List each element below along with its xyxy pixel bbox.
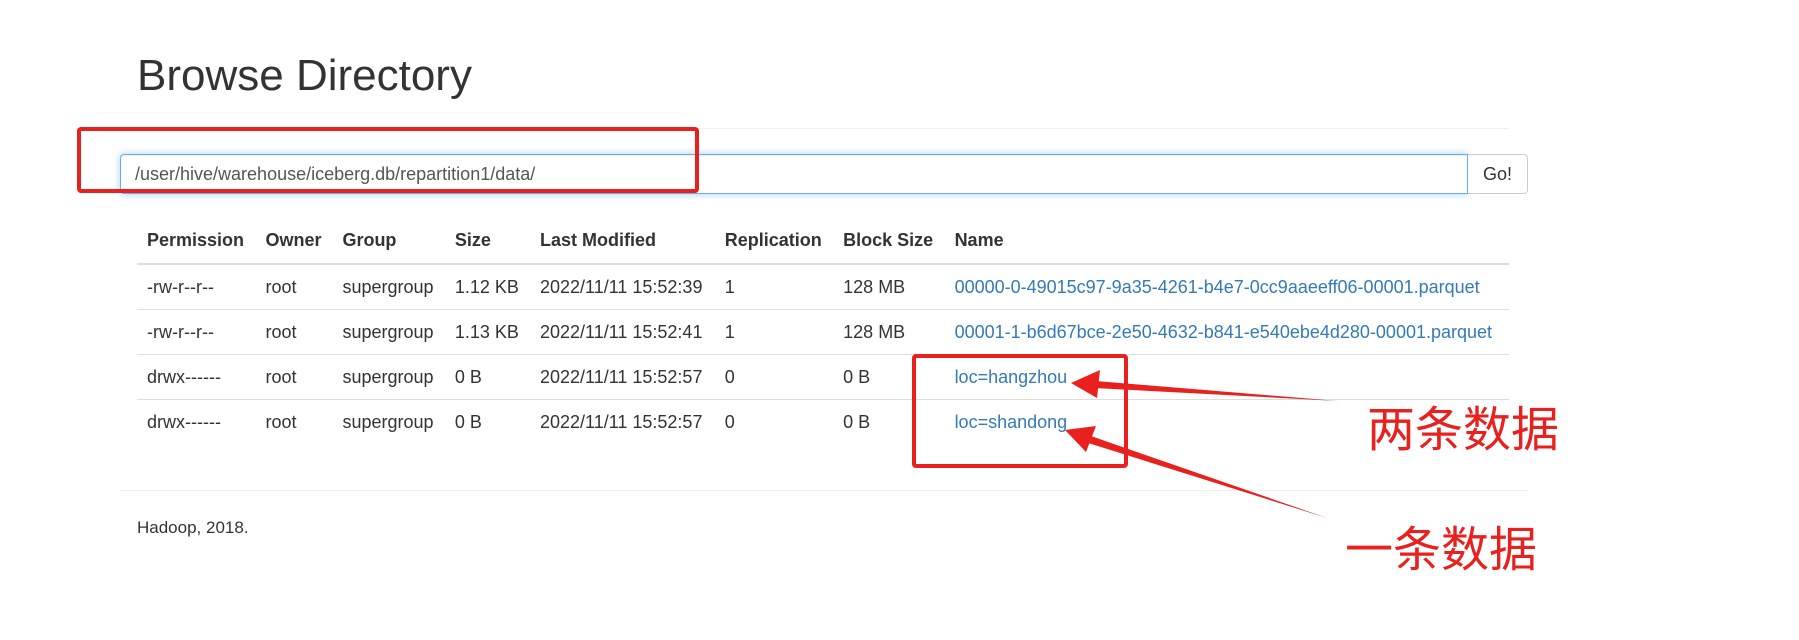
path-highlight-box: [77, 127, 699, 193]
directory-listing-table: Permission Owner Group Size Last Modifie…: [137, 218, 1509, 444]
cell-group: supergroup: [332, 354, 445, 400]
cell-permission: drwx------: [137, 399, 256, 444]
page-title: Browse Directory: [137, 51, 472, 100]
go-button[interactable]: Go!: [1468, 154, 1528, 194]
cell-owner: root: [265, 276, 297, 297]
column-header-last-modified[interactable]: Last Modified: [529, 218, 715, 265]
cell-replication: 0: [714, 399, 834, 444]
column-header-name[interactable]: Name: [944, 218, 1509, 265]
column-header-replication[interactable]: Replication: [714, 218, 834, 265]
partition-highlight-box: [912, 354, 1128, 468]
column-header-block-size[interactable]: Block Size: [833, 218, 945, 265]
table-row: drwx------ root supergroup 0 B 2022/11/1…: [137, 354, 1509, 400]
cell-last-modified: 2022/11/11 15:52:41: [529, 309, 715, 355]
cell-size: 1.12 KB: [454, 276, 519, 297]
cell-size: 0 B: [444, 399, 530, 444]
table-row: -rw-r--r-- root supergroup 1.12 KB 2022/…: [137, 264, 1509, 310]
cell-last-modified: 2022/11/11 15:52:39: [539, 276, 703, 297]
table-row: -rw-r--r-- root supergroup 1.13 KB 2022/…: [137, 309, 1509, 355]
cell-replication: 0: [714, 354, 834, 400]
cell-permission: -rw-r--r--: [147, 276, 214, 297]
cell-group: supergroup: [342, 276, 434, 297]
cell-group: supergroup: [332, 399, 445, 444]
cell-size: 1.13 KB: [444, 309, 530, 355]
cell-block-size: 128 MB: [833, 309, 945, 355]
cell-block-size: 128 MB: [843, 276, 906, 297]
annotation-label-two-rows: 两条数据: [1367, 402, 1560, 458]
cell-replication: 1: [714, 309, 834, 355]
file-link[interactable]: 00001-1-b6d67bce-2e50-4632-b841-e540ebe4…: [955, 322, 1492, 342]
footer-text: Hadoop, 2018.: [137, 518, 249, 537]
cell-name: 00001-1-b6d67bce-2e50-4632-b841-e540ebe4…: [944, 309, 1509, 355]
cell-owner: root: [255, 399, 333, 444]
browse-directory-page: Browse Directory Go! Permission Owner Gr…: [0, 0, 1799, 640]
cell-permission: drwx------: [137, 354, 256, 400]
column-header-permission[interactable]: Permission: [137, 218, 256, 265]
cell-permission: -rw-r--r--: [137, 309, 256, 355]
cell-owner: root: [255, 309, 333, 355]
cell-owner: root: [255, 354, 333, 400]
annotation-label-one-row: 一条数据: [1345, 522, 1538, 578]
cell-name: 00000-0-49015c97-9a35-4261-b4e7-0cc9aaee…: [945, 264, 1509, 310]
column-header-size[interactable]: Size: [444, 218, 530, 265]
cell-last-modified: 2022/11/11 15:52:57: [529, 354, 715, 400]
table-row: drwx------ root supergroup 0 B 2022/11/1…: [137, 399, 1509, 444]
footer-divider: [120, 490, 1528, 491]
column-header-owner[interactable]: Owner: [255, 218, 333, 265]
file-link[interactable]: 00000-0-49015c97-9a35-4261-b4e7-0cc9aaee…: [955, 277, 1480, 297]
cell-group: supergroup: [332, 309, 445, 355]
cell-size: 0 B: [444, 354, 530, 400]
column-header-group[interactable]: Group: [332, 218, 445, 265]
cell-last-modified: 2022/11/11 15:52:57: [529, 399, 715, 444]
table-header-row: Permission Owner Group Size Last Modifie…: [137, 218, 1509, 265]
cell-replication: 1: [724, 276, 735, 297]
